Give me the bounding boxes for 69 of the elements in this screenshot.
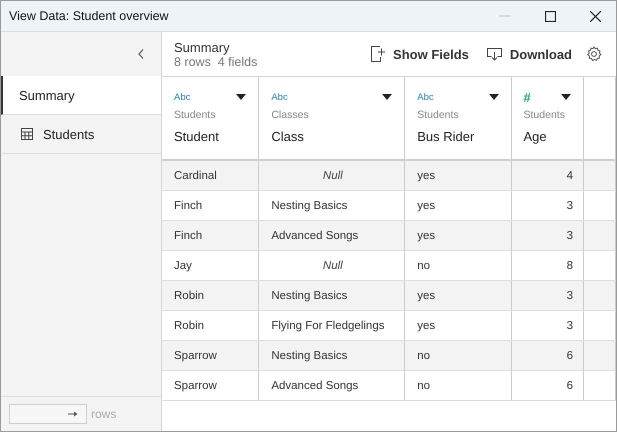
dropdown-icon[interactable] [561, 94, 572, 100]
table-cell: Finch [174, 200, 202, 212]
string-type-label: Abc [271, 92, 288, 102]
download-button[interactable]: Download [486, 46, 572, 62]
table-cell: Nesting Basics [271, 290, 348, 302]
table-cell: 6 [566, 380, 574, 392]
rows-input-field[interactable] [9, 404, 87, 424]
null-cell-value: Null [322, 260, 343, 272]
table-cell: Nesting Basics [271, 350, 348, 362]
sidebar-item[interactable]: Students [1, 115, 161, 154]
close-icon[interactable] [590, 10, 601, 22]
arrow-icon [68, 411, 78, 417]
dropdown-icon[interactable] [236, 94, 246, 100]
rows-label: rows [91, 407, 116, 421]
column-name: Student [174, 129, 220, 144]
column-source: Students [524, 109, 566, 121]
table-cell: 8 [566, 260, 574, 272]
column-name: Bus Rider [417, 129, 476, 144]
summary-counts: 8 rows 4 fields [174, 54, 258, 68]
dropdown-icon[interactable] [488, 94, 498, 100]
table-cell: yes [417, 320, 436, 332]
table-icon [21, 128, 33, 140]
sidebar-item[interactable]: Summary [1, 76, 161, 115]
table-cell: yes [417, 290, 436, 302]
show-fields-button[interactable]: Show Fields [371, 46, 469, 62]
table-cell: 6 [566, 350, 574, 362]
summary-title: Summary [174, 40, 231, 54]
column-header[interactable]: Abc Students Bus Rider [405, 77, 512, 159]
number-type-label: # [524, 90, 531, 104]
table-cell: Advanced Songs [271, 380, 358, 392]
column-source: Classes [271, 109, 310, 121]
add-page-icon [371, 46, 386, 62]
table-cell: Jay [174, 260, 192, 272]
table-cell: Sparrow [174, 350, 217, 362]
table-cell: 3 [566, 320, 574, 332]
table-cell: no [417, 350, 430, 362]
string-type-label: Abc [174, 92, 190, 102]
table-cell: Sparrow [174, 380, 217, 392]
column-header[interactable]: # Students Age [512, 77, 584, 159]
settings-icon[interactable] [586, 46, 602, 62]
table-cell: 4 [566, 170, 574, 182]
table-cell: yes [417, 200, 436, 212]
table-cell: Cardinal [174, 170, 217, 182]
column-source: Students [174, 109, 216, 121]
table-cell: no [417, 260, 430, 272]
table-cell: Flying For Fledgelings [271, 320, 384, 332]
table-cell: Nesting Basics [271, 200, 348, 212]
string-type-label: Abc [417, 92, 434, 102]
column-name: Age [524, 129, 548, 144]
column-source: Students [417, 109, 460, 121]
table-cell: Robin [174, 320, 204, 332]
table-cell: 3 [566, 290, 574, 302]
table-cell: yes [417, 170, 436, 182]
table-cell: Finch [174, 230, 202, 242]
column-header[interactable]: Abc Classes Class [259, 77, 406, 159]
window-title: View Data: Student overview [9, 9, 169, 23]
table-cell: Advanced Songs [271, 230, 358, 242]
table-cell: 3 [566, 230, 574, 242]
column-name: Class [271, 129, 305, 144]
null-cell-value: Null [322, 170, 343, 182]
maximize-icon[interactable] [545, 10, 556, 22]
collapse-icon[interactable] [138, 49, 144, 59]
dropdown-icon[interactable] [382, 94, 392, 100]
download-icon [486, 48, 502, 60]
table-cell: Robin [174, 290, 204, 302]
column-header[interactable]: Abc Students Student [162, 77, 260, 159]
table-cell: no [417, 380, 430, 392]
table-cell: yes [417, 230, 436, 242]
table-cell: 3 [566, 200, 574, 212]
